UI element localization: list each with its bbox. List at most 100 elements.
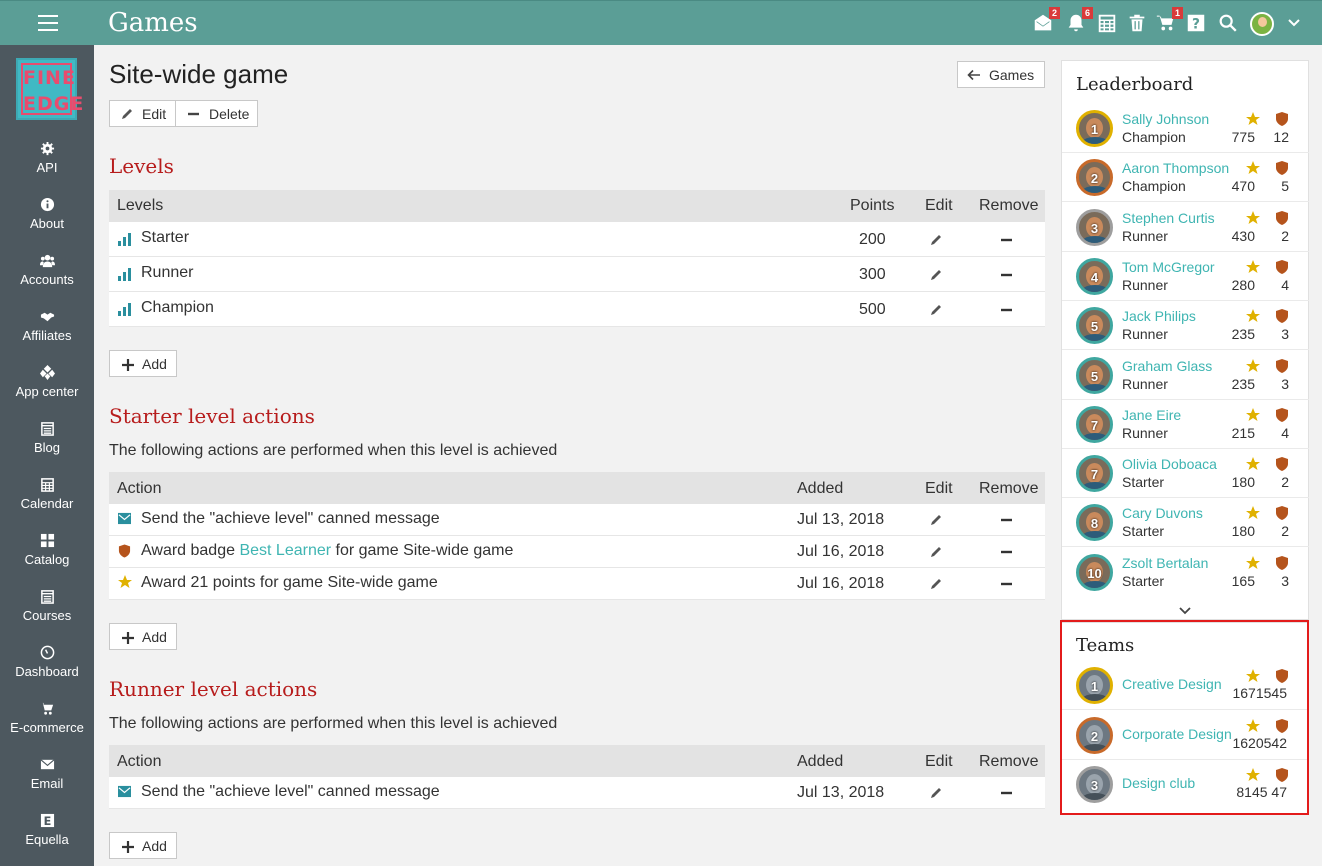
remove-minus-icon[interactable] xyxy=(1000,577,1014,591)
sidebar-item-blog[interactable]: Blog xyxy=(0,421,94,477)
chevron-down-icon[interactable] xyxy=(1287,16,1301,30)
user-name-link[interactable]: Olivia Doboaca xyxy=(1122,456,1217,472)
star-icon xyxy=(1246,358,1260,373)
avatar[interactable]: 1 xyxy=(1076,110,1113,147)
search-icon[interactable] xyxy=(1217,12,1239,34)
sidebar-item-equella[interactable]: E Equella xyxy=(0,813,94,866)
sidebar-item-label: E-commerce xyxy=(10,720,84,735)
level-points: 200 xyxy=(859,231,886,248)
add-runner-action-button[interactable]: Add xyxy=(109,832,177,859)
avatar[interactable]: 8 xyxy=(1076,504,1113,542)
remove-minus-icon[interactable] xyxy=(1000,233,1014,247)
user-name-link[interactable]: Sally Johnson xyxy=(1122,111,1209,127)
messages-icon[interactable]: 2 xyxy=(1032,7,1060,34)
calendar-icon[interactable] xyxy=(1096,12,1118,34)
avatar[interactable]: 2 xyxy=(1076,159,1113,197)
leaderboard-row: 1 Sally Johnson Champion 775 12 xyxy=(1062,104,1309,153)
edit-pencil-icon[interactable] xyxy=(929,545,943,559)
remove-minus-icon[interactable] xyxy=(1000,545,1014,559)
table-row: Award badge Best Learner for game Site-w… xyxy=(109,536,1045,568)
user-name-link[interactable]: Zsolt Bertalan xyxy=(1122,555,1208,571)
badge-icon xyxy=(1275,407,1289,422)
column-header: Added xyxy=(797,480,844,497)
rank-number: 7 xyxy=(1090,417,1099,433)
sidebar-item-affiliates[interactable]: Affiliates xyxy=(0,309,94,365)
level-name[interactable]: Champion xyxy=(141,299,214,317)
remove-minus-icon[interactable] xyxy=(1000,786,1014,800)
best-learner-link[interactable]: Best Learner xyxy=(239,542,331,559)
user-points: 180 xyxy=(1231,474,1255,491)
avatar[interactable]: 7 xyxy=(1076,405,1113,443)
remove-minus-icon[interactable] xyxy=(1000,513,1014,527)
back-to-games-button[interactable]: Games xyxy=(957,61,1045,88)
leaderboard-row: 8 Cary Duvons Starter 180 2 xyxy=(1062,498,1309,548)
delete-button[interactable]: Delete xyxy=(175,100,258,127)
sidebar-item-label: Catalog xyxy=(24,552,70,567)
level-name[interactable]: Starter xyxy=(141,229,189,247)
avatar[interactable]: 4 xyxy=(1076,257,1113,295)
remove-minus-icon[interactable] xyxy=(1000,268,1014,282)
sidebar-item-calendar[interactable]: Calendar xyxy=(0,477,94,533)
sidebar-item-catalog[interactable]: Catalog xyxy=(0,533,94,589)
add-level-button[interactable]: Add xyxy=(109,350,177,377)
remove-minus-icon[interactable] xyxy=(1000,303,1014,317)
add-starter-action-button[interactable]: Add xyxy=(109,623,177,650)
sidebar-item-about[interactable]: About xyxy=(0,197,94,253)
sidebar-item-email[interactable]: Email xyxy=(0,757,94,813)
edit-pencil-icon[interactable] xyxy=(929,233,943,247)
star-icon xyxy=(1246,555,1260,570)
back-label: Games xyxy=(989,66,1035,83)
add-label: Add xyxy=(142,628,167,645)
table-row: Send the "achieve level" canned message … xyxy=(109,504,1045,536)
edit-pencil-icon[interactable] xyxy=(929,577,943,591)
help-icon[interactable]: ? xyxy=(1185,12,1207,34)
edit-pencil-icon[interactable] xyxy=(929,786,943,800)
sidebar-item-app-center[interactable]: App center xyxy=(0,365,94,421)
chevron-down-icon[interactable] xyxy=(1178,603,1192,615)
delete-label: Delete xyxy=(209,105,250,122)
user-name-link[interactable]: Aaron Thompson xyxy=(1122,160,1229,176)
user-name-link[interactable]: Jack Philips xyxy=(1122,308,1196,324)
user-avatar[interactable] xyxy=(1250,12,1274,36)
sidebar-item-label: Blog xyxy=(33,440,61,455)
avatar[interactable]: 10 xyxy=(1076,553,1113,591)
avatar[interactable]: 5 xyxy=(1076,356,1113,394)
column-header: Remove xyxy=(979,197,1039,214)
edit-pencil-icon[interactable] xyxy=(929,303,943,317)
notifications-icon[interactable]: 6 xyxy=(1065,7,1093,34)
menu-icon[interactable] xyxy=(38,15,58,31)
rank-number: 3 xyxy=(1090,220,1099,236)
user-name-link[interactable]: Stephen Curtis xyxy=(1122,210,1215,226)
leaderboard-row: 7 Olivia Doboaca Starter 180 2 xyxy=(1062,449,1309,499)
edit-label: Edit xyxy=(142,105,167,122)
user-badges: 2 xyxy=(1281,523,1289,540)
sidebar-item-dashboard[interactable]: Dashboard xyxy=(0,645,94,701)
user-name-link[interactable]: Graham Glass xyxy=(1122,358,1212,374)
table-header: Levels Points Edit Remove xyxy=(109,190,1045,222)
leaderboard-row: 2 Aaron Thompson Champion 470 5 xyxy=(1062,153,1309,203)
user-name-link[interactable]: Jane Eire xyxy=(1122,407,1181,423)
sidebar-item-api[interactable]: API xyxy=(0,141,94,197)
user-level: Starter xyxy=(1122,572,1165,589)
edit-button[interactable]: Edit xyxy=(109,100,176,127)
avatar[interactable]: 7 xyxy=(1076,455,1113,493)
edit-pencil-icon[interactable] xyxy=(929,268,943,282)
runner-actions-title: Runner level actions xyxy=(109,677,318,701)
avatar[interactable]: 3 xyxy=(1076,208,1113,246)
star-icon xyxy=(1246,457,1260,471)
sidebar-item-accounts[interactable]: Accounts xyxy=(0,253,94,309)
cart-icon[interactable]: 1 xyxy=(1155,7,1183,34)
column-header: Action xyxy=(117,480,162,497)
user-name-link[interactable]: Tom McGregor xyxy=(1122,259,1215,275)
edit-pencil-icon[interactable] xyxy=(929,513,943,527)
trash-icon[interactable] xyxy=(1126,12,1148,34)
avatar[interactable]: 5 xyxy=(1076,307,1113,345)
user-name-link[interactable]: Cary Duvons xyxy=(1122,505,1203,521)
logo[interactable]: FINE EDGE xyxy=(16,58,83,120)
sidebar-item-e-commerce[interactable]: E-commerce xyxy=(0,701,94,757)
badge-icon xyxy=(1275,259,1289,274)
pencil-icon xyxy=(120,107,134,121)
sidebar-item-courses[interactable]: Courses xyxy=(0,589,94,645)
level-name[interactable]: Runner xyxy=(141,264,193,282)
user-level: Runner xyxy=(1122,227,1168,244)
